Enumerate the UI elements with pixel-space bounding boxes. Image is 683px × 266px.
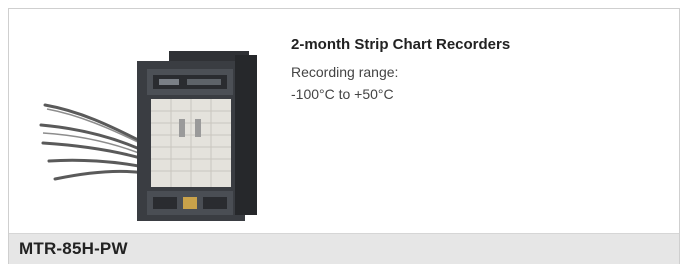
model-name[interactable]: MTR-85H-PW (19, 239, 128, 259)
spec-line-range: -100°C to +50°C (291, 86, 394, 102)
product-info: 2-month Strip Chart Recorders Recording … (291, 35, 651, 105)
model-bar: MTR-85H-PW (9, 233, 679, 264)
spec-line-label: Recording range: (291, 64, 399, 80)
product-card: 2-month Strip Chart Recorders Recording … (8, 8, 680, 264)
product-image[interactable] (29, 33, 279, 233)
product-title[interactable]: 2-month Strip Chart Recorders (291, 35, 651, 55)
sensor-cables (39, 103, 146, 181)
